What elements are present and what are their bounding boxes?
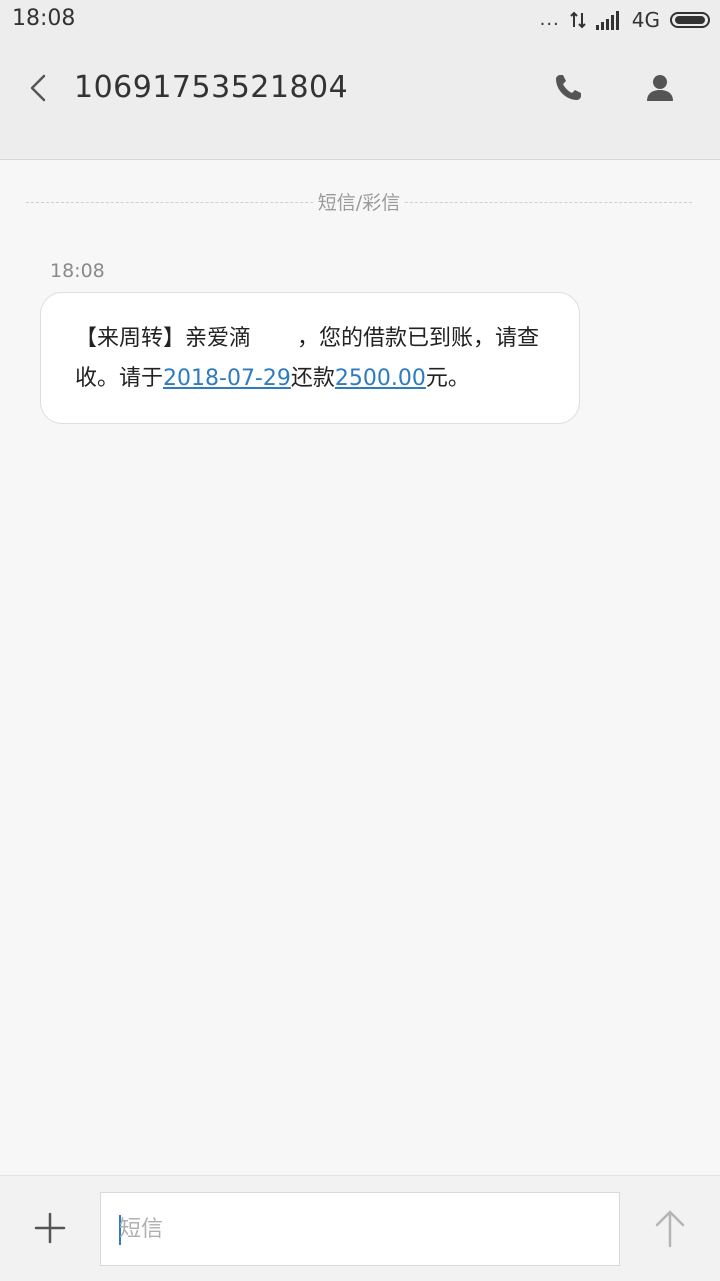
- status-icons: ... 4G: [540, 8, 710, 32]
- back-button[interactable]: [22, 68, 58, 108]
- chevron-left-icon: [30, 74, 46, 102]
- notification-dots: ...: [539, 9, 560, 30]
- message-text-part1: 【来周转】亲爱滴: [75, 326, 252, 351]
- message-input[interactable]: [119, 1193, 599, 1265]
- arrow-up-icon: [655, 1210, 685, 1248]
- network-type: 4G: [631, 8, 660, 32]
- add-attachment-button[interactable]: [30, 1208, 70, 1248]
- composer-bar: [0, 1175, 720, 1281]
- person-icon: [647, 75, 673, 101]
- message-input-box[interactable]: [100, 1192, 620, 1266]
- contact-button[interactable]: [640, 68, 680, 108]
- call-button[interactable]: [548, 68, 588, 108]
- signal-icon: [595, 10, 622, 30]
- message-text-part3: 还款: [290, 366, 335, 391]
- status-bar: 18:08 ... 4G: [0, 0, 720, 40]
- message-text-part4: 元。: [425, 366, 470, 391]
- date-link[interactable]: 2018-07-29: [163, 366, 291, 391]
- contact-number: 10691753521804: [74, 70, 349, 105]
- divider-label: 短信/彩信: [313, 190, 405, 216]
- send-button[interactable]: [650, 1206, 690, 1250]
- phone-icon: [556, 75, 581, 100]
- status-time: 18:08: [12, 6, 76, 31]
- battery-icon: [670, 12, 710, 28]
- data-transfer-icon: [570, 9, 586, 31]
- conversation-header: 10691753521804: [0, 40, 720, 160]
- message-bubble[interactable]: 【来周转】亲爱滴 ，您的借款已到账，请查收。请于2018-07-29还款2500.…: [40, 292, 580, 424]
- message-type-divider: 短信/彩信: [26, 190, 692, 216]
- plus-icon: [34, 1212, 66, 1244]
- amount-link[interactable]: 2500.00: [335, 366, 426, 391]
- message-time: 18:08: [50, 260, 105, 282]
